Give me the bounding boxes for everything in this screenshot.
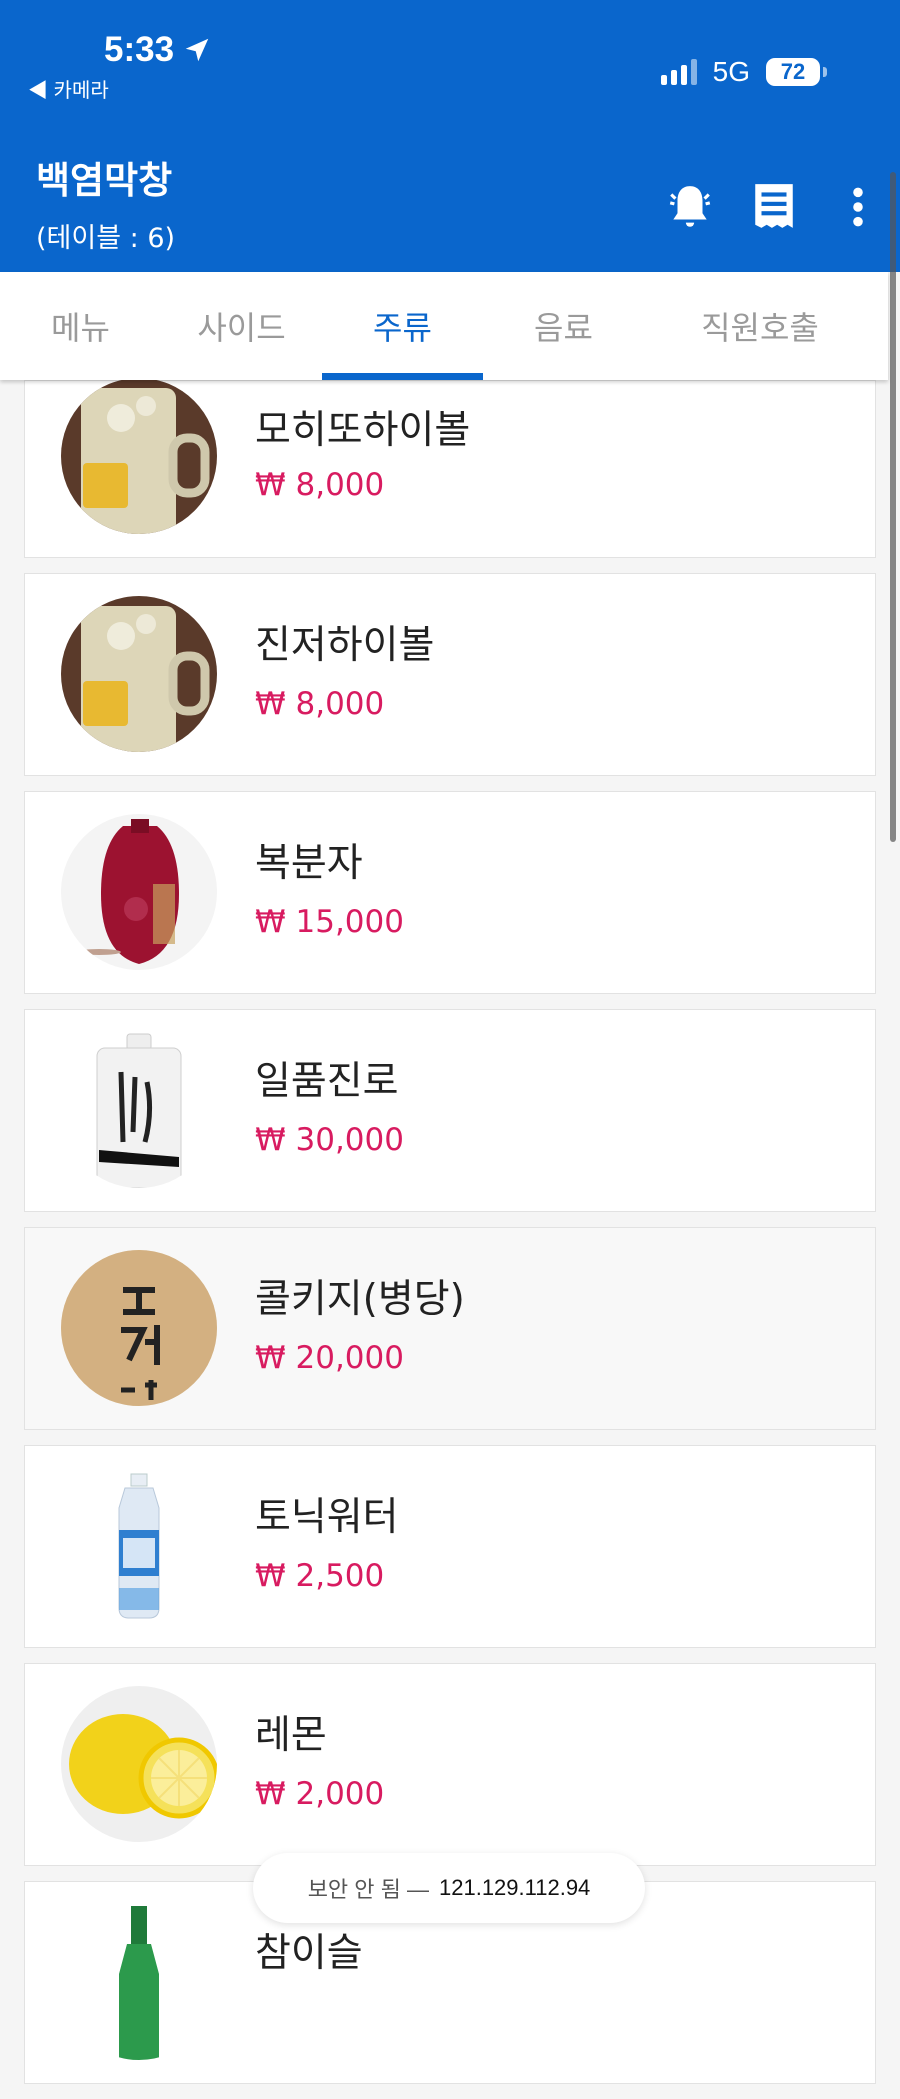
header-actions	[648, 175, 900, 239]
more-options-button[interactable]	[816, 175, 900, 239]
tab-call-staff[interactable]: 직원호출	[644, 272, 876, 380]
menu-item-card[interactable]: 모히또하이볼 ₩ 8,000	[24, 378, 876, 558]
chamisul-bottle-photo	[61, 1904, 217, 2060]
bell-icon	[669, 186, 711, 227]
tab-drinks[interactable]: 음료	[483, 272, 644, 380]
menu-item-card[interactable]: 레몬 ₩ 2,000	[24, 1663, 876, 1866]
status-indicators: 5G 72	[660, 56, 827, 88]
cellular-signal-icon	[660, 59, 697, 85]
order-history-button[interactable]	[732, 175, 816, 239]
category-tabs: 메뉴 사이드 주류 음료 직원호출	[0, 272, 888, 380]
menu-item-card[interactable]: 토닉워터 ₩ 2,500	[24, 1445, 876, 1648]
status-time-text: 5:33	[104, 30, 175, 69]
back-to-camera-link[interactable]: ◀ 카메라	[28, 74, 109, 103]
item-price: ₩ 8,000	[255, 686, 385, 722]
menu-item-card[interactable]: 일품진로 ₩ 30,000	[24, 1009, 876, 1212]
item-name: 레몬	[255, 1713, 327, 1758]
battery-icon: 72	[766, 58, 827, 86]
item-name: 일품진로	[255, 1059, 399, 1104]
app-header: 5:33 ◀ 카메라 5G 72 백염막창 (테이블 : 6)	[0, 0, 900, 272]
menu-item-card[interactable]: 콜키지(병당) ₩ 20,000	[24, 1227, 876, 1430]
item-price: ₩ 15,000	[255, 904, 404, 940]
item-name: 토닉워터	[255, 1495, 399, 1540]
item-price: ₩ 8,000	[255, 467, 385, 503]
location-arrow-icon	[185, 38, 209, 62]
url-host: 121.129.112.94	[439, 1875, 591, 1900]
item-price: ₩ 2,500	[255, 1558, 385, 1594]
menu-item-card[interactable]: 진저하이볼 ₩ 8,000	[24, 573, 876, 776]
browser-address-bar[interactable]: 보안 안 됨 — 121.129.112.94	[253, 1853, 645, 1923]
status-time: 5:33	[104, 30, 212, 70]
ginger-highball-photo	[61, 596, 217, 752]
store-name: 백염막창	[36, 159, 173, 202]
item-name: 모히또하이볼	[255, 408, 471, 453]
tab-menu[interactable]: 메뉴	[0, 272, 161, 380]
tonic-water-bottle-photo	[61, 1468, 217, 1624]
tab-liquor[interactable]: 주류	[322, 272, 483, 380]
item-name: 복분자	[255, 841, 363, 886]
item-name: 콜키지(병당)	[255, 1277, 465, 1322]
item-name: 진저하이볼	[255, 623, 435, 668]
item-price: ₩ 20,000	[255, 1340, 404, 1376]
more-vertical-icon	[853, 187, 863, 227]
receipt-icon	[755, 184, 793, 228]
network-type: 5G	[712, 56, 750, 87]
item-price: ₩ 30,000	[255, 1122, 404, 1158]
table-number: (테이블 : 6)	[36, 223, 176, 254]
corkage-sign-photo	[61, 1250, 217, 1406]
scrollbar[interactable]	[890, 172, 896, 842]
mojito-highball-photo	[61, 378, 217, 534]
battery-level: 72	[780, 59, 806, 84]
lemon-photo	[61, 1686, 217, 1842]
item-name: 참이슬	[255, 1931, 363, 1976]
menu-item-card[interactable]: 복분자 ₩ 15,000	[24, 791, 876, 994]
not-secure-label: 보안 안 됨 —	[307, 1877, 429, 1902]
tab-side[interactable]: 사이드	[161, 272, 322, 380]
item-price: ₩ 2,000	[255, 1776, 385, 1812]
menu-list: 모히또하이볼 ₩ 8,000 진저하이볼 ₩ 8,000 복분자 ₩ 15,00…	[24, 378, 876, 2099]
ilpum-jinro-bottle-photo	[61, 1032, 217, 1188]
bokbunja-bottle-photo	[61, 814, 217, 970]
call-bell-button[interactable]	[648, 175, 732, 239]
